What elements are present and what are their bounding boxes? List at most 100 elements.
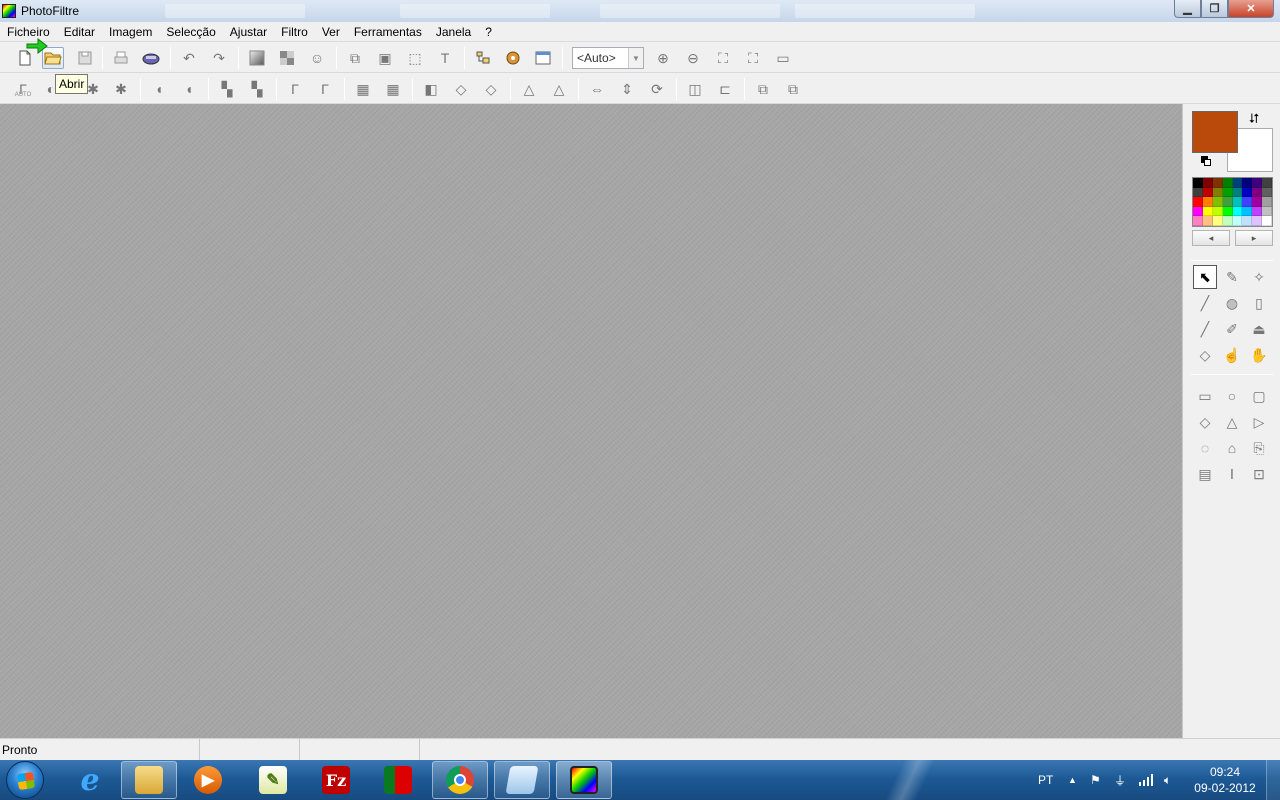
crop-selection-icon[interactable]: ⬚	[404, 47, 426, 69]
palette-swatch[interactable]	[1262, 187, 1272, 198]
reset-colors-icon[interactable]	[1201, 156, 1211, 166]
start-button[interactable]	[6, 761, 44, 799]
action-center-flag-icon[interactable]: ⚑	[1090, 760, 1101, 800]
gamma-plus-icon[interactable]: Γ	[314, 78, 336, 100]
workspace-area[interactable]	[0, 104, 1182, 738]
palette-swatch[interactable]	[1232, 187, 1243, 198]
fit-window-icon[interactable]: ⛶	[742, 47, 764, 69]
mirror-icon[interactable]: ◫	[684, 78, 706, 100]
rotate-90-icon[interactable]: ⊏	[714, 78, 736, 100]
close-button[interactable]: ✕	[1228, 0, 1274, 18]
palette-prev-button[interactable]: ◂	[1192, 230, 1230, 246]
menu-ajustar[interactable]: Ajustar	[223, 22, 274, 42]
redo-icon[interactable]: ↷	[208, 47, 230, 69]
palette-swatch[interactable]	[1202, 187, 1213, 198]
lasso-icon[interactable]: ◌	[1193, 436, 1217, 460]
palette-swatch[interactable]	[1242, 206, 1253, 217]
palette-swatch[interactable]	[1252, 187, 1263, 198]
magic-wand-icon[interactable]: ✧	[1247, 265, 1271, 289]
media-player-button[interactable]: ▶	[180, 761, 236, 799]
filezilla-button[interactable]: Fz	[308, 761, 364, 799]
spray-icon[interactable]: ▯	[1247, 291, 1271, 315]
palette-swatch[interactable]	[1232, 178, 1243, 188]
menu-help[interactable]: ?	[478, 22, 499, 42]
layer-copy-icon[interactable]: ⧉	[752, 78, 774, 100]
zoom-select[interactable]: <Auto> ▼	[572, 47, 644, 69]
palette-swatch[interactable]	[1202, 206, 1213, 217]
actual-size-icon[interactable]: ⛶	[712, 47, 734, 69]
triangle-icon[interactable]: △	[1220, 410, 1244, 434]
brush-icon[interactable]: ╱	[1193, 317, 1217, 341]
soften-icon[interactable]: ◇	[480, 78, 502, 100]
palette-swatch[interactable]	[1242, 178, 1253, 188]
rounded-rectangle-icon[interactable]: ▢	[1247, 384, 1271, 408]
explorer-icon[interactable]	[472, 47, 494, 69]
color-palette[interactable]	[1192, 177, 1273, 227]
clone-stamp-icon[interactable]: ⏏	[1247, 317, 1271, 341]
palette-swatch[interactable]	[1222, 197, 1233, 207]
palette-swatch[interactable]	[1232, 197, 1243, 207]
flip-vertical-icon[interactable]: ⇕	[616, 78, 638, 100]
blur-drop-icon[interactable]: ◇	[1193, 343, 1217, 367]
show-desktop-button[interactable]	[1266, 760, 1280, 800]
notes-app-button[interactable]: ✎	[245, 761, 301, 799]
palette-swatch[interactable]	[1262, 206, 1272, 217]
scanner-icon[interactable]	[140, 47, 162, 69]
gamma-minus-icon[interactable]: Γ	[284, 78, 306, 100]
line-icon[interactable]: ╱	[1193, 291, 1217, 315]
polygon-icon[interactable]: ⌂	[1220, 436, 1244, 460]
power-plug-icon[interactable]: ⏚	[1114, 760, 1126, 800]
palette-swatch[interactable]	[1222, 206, 1233, 217]
maximize-button[interactable]: ❐	[1201, 0, 1228, 18]
contrast-minus-icon[interactable]: ◖	[148, 78, 170, 100]
blur-icon[interactable]: ◇	[450, 78, 472, 100]
chevron-down-icon[interactable]: ▼	[628, 48, 643, 68]
foreground-color-swatch[interactable]	[1192, 111, 1238, 153]
color-picker-icon[interactable]: ✎	[1220, 265, 1244, 289]
smudge-icon[interactable]: ☝	[1220, 343, 1244, 367]
minimize-button[interactable]: ▁	[1174, 0, 1201, 18]
sharpen-more-icon[interactable]: △	[548, 78, 570, 100]
palette-swatch[interactable]	[1262, 216, 1272, 226]
transparency-icon[interactable]	[276, 47, 298, 69]
auto-levels-icon[interactable]: Γ AUTO	[12, 78, 34, 100]
load-shape-icon[interactable]: ⎘	[1247, 436, 1271, 460]
full-screen-icon[interactable]: ▭	[772, 47, 794, 69]
palette-swatch[interactable]	[1193, 197, 1203, 207]
window-frame-icon[interactable]	[532, 47, 554, 69]
undo-icon[interactable]: ↶	[178, 47, 200, 69]
palette-swatch[interactable]	[1232, 206, 1243, 217]
ellipse-icon[interactable]: ○	[1220, 384, 1244, 408]
triangle-right-icon[interactable]: ▷	[1247, 410, 1271, 434]
text-icon[interactable]: T	[434, 47, 456, 69]
palette-swatch[interactable]	[1202, 178, 1213, 188]
saturation-minus-icon[interactable]: ▚	[216, 78, 238, 100]
palette-swatch[interactable]	[1222, 178, 1233, 188]
network-signal-icon[interactable]	[1138, 760, 1154, 800]
palette-swatch[interactable]	[1242, 187, 1253, 198]
hand-icon[interactable]: ✋	[1247, 343, 1271, 367]
brightness-plus-icon[interactable]: ✱	[110, 78, 132, 100]
palette-swatch[interactable]	[1212, 197, 1223, 207]
palette-swatch[interactable]	[1252, 178, 1263, 188]
grayscale-icon[interactable]: ▦	[352, 78, 374, 100]
zoom-in-icon[interactable]: ⊕	[652, 47, 674, 69]
saturation-plus-icon[interactable]: ▚	[246, 78, 268, 100]
print-icon[interactable]	[110, 47, 132, 69]
person-icon[interactable]: ☺	[306, 47, 328, 69]
menu-ver[interactable]: Ver	[315, 22, 347, 42]
palette-swatch[interactable]	[1242, 216, 1253, 226]
palette-swatch[interactable]	[1212, 187, 1223, 198]
palette-swatch[interactable]	[1212, 178, 1223, 188]
rotate-icon[interactable]: ⟳	[646, 78, 668, 100]
save-icon[interactable]	[74, 47, 96, 69]
language-indicator[interactable]: PT	[1038, 760, 1053, 800]
ratio-icon[interactable]: ⊡	[1247, 462, 1271, 486]
menu-imagem[interactable]: Imagem	[102, 22, 159, 42]
internet-explorer-button[interactable]: e	[62, 761, 118, 799]
menu-ferramentas[interactable]: Ferramentas	[347, 22, 429, 42]
palette-next-button[interactable]: ▸	[1235, 230, 1273, 246]
palette-swatch[interactable]	[1222, 187, 1233, 198]
rectangle-icon[interactable]: ▭	[1193, 384, 1217, 408]
palette-swatch[interactable]	[1252, 216, 1263, 226]
